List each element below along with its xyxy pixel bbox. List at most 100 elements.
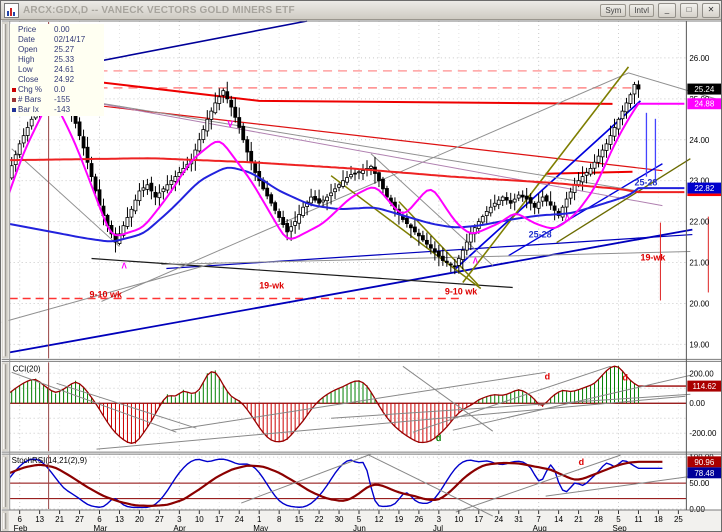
x-day-label: 18 xyxy=(654,515,663,524)
chart-window: ARCX:GDX,D -- VANECK VECTORS GOLD MINERS… xyxy=(0,0,722,532)
badge-value: 78.48 xyxy=(694,469,715,478)
info-label: Open xyxy=(18,45,38,54)
x-day-label: 11 xyxy=(634,515,643,524)
x-day-label: 15 xyxy=(295,515,304,524)
x-day-label: 14 xyxy=(554,515,563,524)
title-bar[interactable]: ARCX:GDX,D -- VANECK VECTORS GOLD MINERS… xyxy=(1,1,721,20)
x-day-label: 25 xyxy=(674,515,683,524)
stochrsi-tick-label: 50.00 xyxy=(689,479,710,488)
x-day-label: 6 xyxy=(17,515,22,524)
info-row: # Bars -155 xyxy=(12,95,102,105)
info-bullet xyxy=(12,38,16,42)
info-bullet xyxy=(12,98,16,102)
info-label: Close xyxy=(18,75,39,84)
info-value: 25.27 xyxy=(54,45,75,54)
x-day-label: 17 xyxy=(474,515,483,524)
x-day-label: 31 xyxy=(514,515,523,524)
info-row: Date 02/14/17 xyxy=(12,35,102,45)
stochrsi-annotations: d xyxy=(579,457,584,467)
badge-value: 90.96 xyxy=(694,458,715,467)
annotation-text: Λ xyxy=(565,214,571,223)
info-label: Bar Ix xyxy=(18,105,39,114)
info-row: Close 24.92 xyxy=(12,75,102,85)
x-day-label: 13 xyxy=(35,515,44,524)
x-month-label: Feb xyxy=(14,524,28,532)
minimize-button[interactable]: _ xyxy=(658,2,676,18)
x-month-label: Apr xyxy=(173,524,186,532)
x-day-label: 28 xyxy=(594,515,603,524)
cci-panel-title: CCI(20) xyxy=(13,364,41,373)
x-month-label: Jul xyxy=(433,524,443,532)
x-month-label: Mar xyxy=(94,524,108,532)
info-value: 24.61 xyxy=(54,65,75,74)
annotation-text: d xyxy=(579,457,584,467)
x-day-label: 6 xyxy=(97,515,102,524)
info-label: Chg % xyxy=(18,85,43,94)
x-day-label: 24 xyxy=(235,515,244,524)
x-day-label: 26 xyxy=(414,515,423,524)
badge-value: 25.24 xyxy=(694,85,715,94)
x-day-label: 5 xyxy=(357,515,362,524)
x-day-label: 1 xyxy=(257,515,262,524)
pane-grip[interactable] xyxy=(1,21,9,359)
annotation-text: V xyxy=(227,119,233,129)
x-month-label: Aug xyxy=(533,524,547,532)
x-day-label: 3 xyxy=(437,515,442,524)
annotation-text: Λ xyxy=(473,257,479,266)
cci-panel-bg[interactable] xyxy=(1,361,722,453)
chart-icon xyxy=(4,2,19,18)
window-title: ARCX:GDX,D -- VANECK VECTORS GOLD MINERS… xyxy=(23,4,295,16)
pane-grip[interactable] xyxy=(1,511,9,531)
info-row: Open 25.27 xyxy=(12,45,102,55)
x-day-label: 5 xyxy=(616,515,621,524)
x-day-label: 10 xyxy=(195,515,204,524)
x-day-label: 27 xyxy=(75,515,84,524)
x-month-label: Jun xyxy=(353,524,366,532)
x-day-label: 21 xyxy=(574,515,583,524)
x-day-label: 30 xyxy=(335,515,344,524)
cci-tick-label: 200.00 xyxy=(689,369,714,378)
close-button[interactable]: ✕ xyxy=(702,2,720,18)
price-tick-label: 20.00 xyxy=(689,299,710,308)
x-day-label: 8 xyxy=(277,515,282,524)
x-day-label: 27 xyxy=(155,515,164,524)
info-bullet xyxy=(12,58,16,62)
annotation-text: 9-10 wk xyxy=(445,286,477,296)
chart-canvas[interactable]: 9-10 wk 19-wk 9-10 wk 19-wk 25-28 25-28 Λ Λ Λ Vd d… xyxy=(1,20,722,532)
price-tick-label: 21.00 xyxy=(689,259,710,268)
info-bullet xyxy=(12,88,16,92)
pane-grip[interactable] xyxy=(1,362,9,452)
annotation-text: 19-wk xyxy=(259,280,284,290)
info-row: Low 24.61 xyxy=(12,65,102,75)
cci-tick-label: 0.00 xyxy=(689,399,705,408)
annotation-text: d xyxy=(622,372,627,382)
x-month-label: May xyxy=(253,524,268,532)
stochrsi-panel-title: StochRSI(14,21(2),9) xyxy=(12,456,88,465)
annotation-text: 9-10 wk xyxy=(90,289,122,299)
info-value: 0.00 xyxy=(54,25,70,34)
price-tick-label: 19.00 xyxy=(689,340,710,349)
badge-value: 22.82 xyxy=(694,184,715,193)
badge-value: 24.88 xyxy=(694,100,715,109)
info-bullet xyxy=(12,78,16,82)
stochrsi-tick-label: 0.00 xyxy=(689,505,705,514)
intvl-button[interactable]: Intvl xyxy=(629,3,654,17)
price-panel-bg[interactable] xyxy=(1,20,722,360)
badge-accent xyxy=(687,193,721,197)
cci-tick-label: -200.00 xyxy=(689,429,717,438)
sym-button[interactable]: Sym xyxy=(600,3,627,17)
x-day-label: 3 xyxy=(177,515,182,524)
maximize-button[interactable]: □ xyxy=(680,2,698,18)
info-row: Price 0.00 xyxy=(12,25,102,35)
price-tick-label: 26.00 xyxy=(689,54,710,63)
info-label: Price xyxy=(18,25,37,34)
info-label: High xyxy=(18,55,35,64)
info-row: Bar Ix -143 xyxy=(12,105,102,115)
annotation-text: d xyxy=(545,371,550,381)
panel-backgrounds xyxy=(1,20,722,531)
annotation-text: 19-wk xyxy=(640,253,665,263)
x-month-label: Sep xyxy=(613,524,628,532)
annotation-text: d xyxy=(436,433,441,443)
pane-grip[interactable] xyxy=(1,455,9,510)
info-value: 0.0 xyxy=(54,85,66,94)
